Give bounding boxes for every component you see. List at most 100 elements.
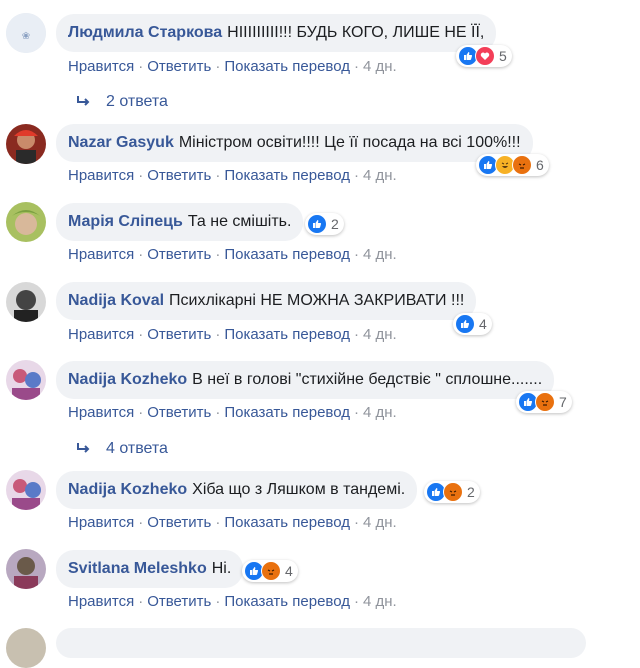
comment-author[interactable]: Nadija Kozheko — [68, 480, 187, 500]
timestamp[interactable]: 4 дн. — [363, 593, 397, 610]
reply-link[interactable]: Ответить — [147, 514, 211, 531]
separator: · — [215, 514, 221, 531]
separator: · — [353, 404, 359, 421]
like-link[interactable]: Нравится — [68, 593, 134, 610]
like-link[interactable]: Нравится — [68, 326, 134, 343]
avatar[interactable] — [6, 470, 46, 510]
timestamp[interactable]: 4 дн. — [363, 167, 397, 184]
avatar[interactable] — [6, 360, 46, 400]
avatar[interactable] — [6, 628, 46, 668]
reaction-count: 5 — [499, 48, 507, 64]
view-replies-link[interactable]: 2 ответа — [76, 93, 168, 111]
separator: · — [138, 246, 144, 263]
reaction-count: 2 — [467, 484, 475, 500]
reply-link[interactable]: Ответить — [147, 404, 211, 421]
separator: · — [138, 593, 144, 610]
timestamp[interactable]: 4 дн. — [363, 514, 397, 531]
replies-label[interactable]: 2 ответа — [106, 93, 168, 111]
translate-link[interactable]: Показать перевод — [224, 58, 350, 75]
svg-text:❀: ❀ — [22, 31, 30, 42]
angry-icon — [512, 155, 532, 175]
reply-link[interactable]: Ответить — [147, 167, 211, 184]
reply-link[interactable]: Ответить — [147, 593, 211, 610]
comment-author[interactable]: Nazar Gasyuk — [68, 133, 174, 153]
angry-icon — [535, 392, 555, 412]
translate-link[interactable]: Показать перевод — [224, 167, 350, 184]
avatar[interactable] — [6, 202, 46, 242]
translate-link[interactable]: Показать перевод — [224, 404, 350, 421]
separator: · — [215, 404, 221, 421]
reactions-summary[interactable]: 5 — [456, 45, 512, 67]
translate-link[interactable]: Показать перевод — [224, 514, 350, 531]
reactions-summary[interactable]: 6 — [476, 154, 549, 176]
comment-author[interactable]: Nadija Koval — [68, 291, 164, 311]
reaction-count: 7 — [559, 394, 567, 410]
reply-link[interactable]: Ответить — [147, 326, 211, 343]
separator: · — [353, 593, 359, 610]
avatar[interactable] — [6, 282, 46, 322]
separator: · — [353, 167, 359, 184]
comment-bubble: Nadija Kozheko В неї в голові "стихійне … — [56, 361, 555, 399]
separator: · — [138, 167, 144, 184]
translate-link[interactable]: Показать перевод — [224, 593, 350, 610]
reply-arrow-icon — [77, 443, 90, 453]
timestamp[interactable]: 4 дн. — [363, 246, 397, 263]
separator: · — [215, 593, 221, 610]
comment-actions: Нравится · Ответить · Показать перевод · 4 дн. — [68, 404, 397, 421]
comment-author[interactable]: Svitlana Meleshko — [68, 559, 207, 579]
separator: · — [138, 58, 144, 75]
reactions-summary[interactable]: 2 — [305, 213, 344, 235]
reactions-summary[interactable]: 7 — [516, 391, 572, 413]
timestamp[interactable]: 4 дн. — [363, 326, 397, 343]
comment-actions: Нравится · Ответить · Показать перевод · 4 дн. — [68, 246, 397, 263]
separator: · — [353, 246, 359, 263]
reply-arrow-icon — [77, 96, 90, 106]
comment-author[interactable]: Nadija Kozheko — [68, 370, 187, 390]
timestamp[interactable]: 4 дн. — [363, 404, 397, 421]
like-link[interactable]: Нравится — [68, 167, 134, 184]
comment-text: Ні. — [211, 560, 232, 577]
comment-bubble: Svitlana Meleshko Ні. — [56, 550, 244, 588]
comment-text: Хіба що з Ляшком в тандемі. — [192, 481, 406, 498]
comment-bubble — [56, 628, 586, 658]
comment-bubble: Nazar Gasyuk Міністром освіти!!!! Це її … — [56, 124, 533, 162]
replies-label[interactable]: 4 ответа — [106, 440, 168, 458]
like-link[interactable]: Нравится — [68, 514, 134, 531]
view-replies-link[interactable]: 4 ответа — [76, 440, 168, 458]
translate-link[interactable]: Показать перевод — [224, 246, 350, 263]
comment-text: Та не смішіть. — [187, 213, 292, 230]
translate-link[interactable]: Показать перевод — [224, 326, 350, 343]
comment-bubble: Nadija Kozheko Хіба що з Ляшком в тандем… — [56, 471, 418, 509]
reaction-count: 6 — [536, 157, 544, 173]
comment-text: Міністром освіти!!!! Це її посада на всі… — [178, 134, 521, 151]
separator: · — [138, 404, 144, 421]
separator: · — [138, 514, 144, 531]
comment-bubble: Марія Сліпець Та не смішіть. — [56, 203, 304, 241]
reactions-summary[interactable]: 2 — [424, 481, 480, 503]
avatar[interactable] — [6, 124, 46, 164]
reply-link[interactable]: Ответить — [147, 58, 211, 75]
separator: · — [138, 326, 144, 343]
reaction-count: 4 — [285, 563, 293, 579]
separator: · — [215, 246, 221, 263]
comment-actions: Нравится · Ответить · Показать перевод · 4 дн. — [68, 514, 397, 531]
reaction-count: 4 — [479, 316, 487, 332]
like-link[interactable]: Нравится — [68, 58, 134, 75]
avatar[interactable]: ❀ — [6, 13, 46, 53]
like-icon — [307, 214, 327, 234]
comment-author[interactable]: Марія Сліпець — [68, 212, 183, 232]
separator: · — [353, 326, 359, 343]
comment-actions: Нравится · Ответить · Показать перевод · 4 дн. — [68, 58, 397, 75]
love-icon — [475, 46, 495, 66]
reactions-summary[interactable]: 4 — [242, 560, 298, 582]
like-link[interactable]: Нравится — [68, 246, 134, 263]
comment-actions: Нравится · Ответить · Показать перевод · 4 дн. — [68, 167, 397, 184]
comment-author[interactable]: Людмила Старкова — [68, 23, 222, 43]
reactions-summary[interactable]: 4 — [453, 313, 492, 335]
comment-text: В неї в голові "стихійне бедствіє " спло… — [192, 371, 543, 388]
reply-link[interactable]: Ответить — [147, 246, 211, 263]
timestamp[interactable]: 4 дн. — [363, 58, 397, 75]
like-link[interactable]: Нравится — [68, 404, 134, 421]
avatar[interactable] — [6, 549, 46, 589]
angry-icon — [261, 561, 281, 581]
